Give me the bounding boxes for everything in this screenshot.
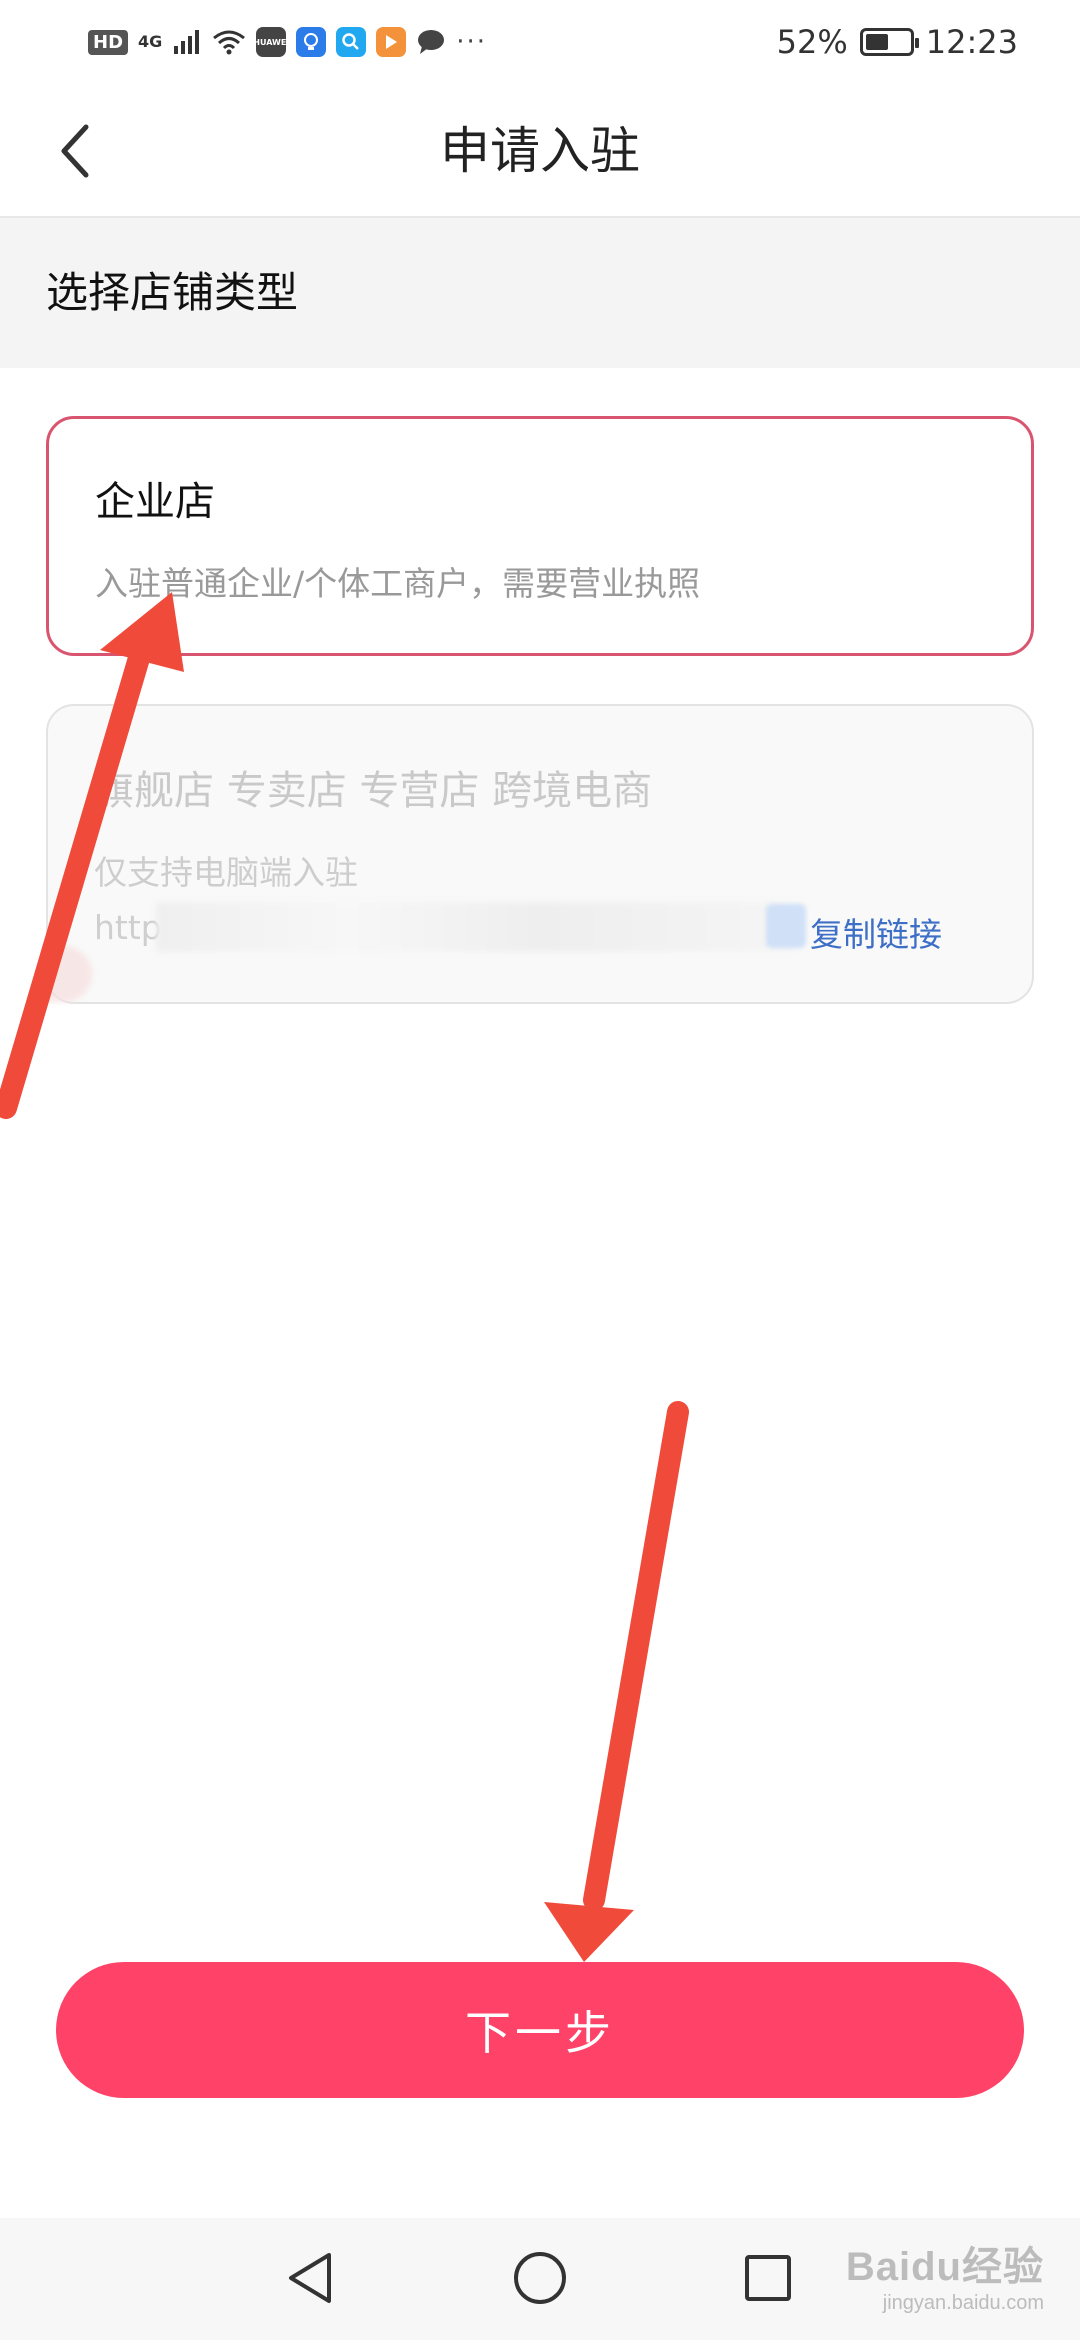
signal-icon [174,30,200,54]
message-icon [418,30,445,54]
bulb-app-icon [296,27,327,57]
more-notifications: ··· [456,27,488,57]
page-title: 申请入驻 [440,122,640,180]
pc-link-row: http 复制链接 [94,902,994,954]
store-type-enterprise-card[interactable]: 企业店 入驻普通企业/个体工商户，需要营业执照 [46,416,1034,656]
status-right: 52% 12:23 [777,18,1018,66]
redacted-url-blur [156,902,796,952]
arrow-down [544,1401,689,1962]
clock: 12:23 [925,23,1018,61]
store-type-flagship-card: 旗舰店 专卖店 专营店 跨境电商 仅支持电脑端入驻 http 复制链接 [44,704,1034,1004]
app-header: 申请入驻 [0,86,1080,218]
baidu-watermark: Baidu经验 jingyan.baidu.com [846,2234,1044,2315]
battery-fill [865,34,888,50]
status-icons: HD 4G HUAWEI ··· [88,24,487,60]
hd-badge: HD [88,29,129,55]
store-type-title: 旗舰店 专卖店 专营店 跨境电商 [94,768,653,814]
watermark-sub: jingyan.baidu.com [882,2292,1044,2314]
nav-home-button[interactable] [508,2246,572,2310]
section-band: 选择店铺类型 [0,218,1080,368]
network-type: 4G [138,32,163,51]
square-recents-icon [745,2255,791,2301]
next-step-button[interactable]: 下一步 [56,1962,1024,2098]
nav-recents-button[interactable] [736,2246,800,2310]
blur-artifact [44,946,92,1002]
store-type-desc: 仅支持电脑端入驻 [94,853,358,892]
nav-back-button[interactable] [278,2246,342,2310]
video-app-icon [376,27,407,57]
store-type-desc: 入驻普通企业/个体工商户，需要营业执照 [95,564,701,603]
store-type-title: 企业店 [95,479,215,525]
redacted-blur-patch [766,904,806,948]
triangle-back-icon [289,2253,331,2303]
watermark-main: Baidu经验 [845,2245,1044,2289]
search-app-icon [336,27,367,57]
huawei-app-icon: HUAWEI [253,27,289,57]
copy-link-button[interactable]: 复制链接 [810,908,942,956]
battery-percent: 52% [776,23,848,61]
circle-home-icon [514,2252,566,2304]
status-bar: HD 4G HUAWEI ··· 52% 12:23 [0,0,1080,86]
system-nav-bar: Baidu经验 jingyan.baidu.com [0,2218,1080,2340]
section-title: 选择店铺类型 [46,268,299,317]
battery-icon [859,28,919,56]
pc-link-url: http [94,908,162,947]
wifi-icon [213,30,246,55]
